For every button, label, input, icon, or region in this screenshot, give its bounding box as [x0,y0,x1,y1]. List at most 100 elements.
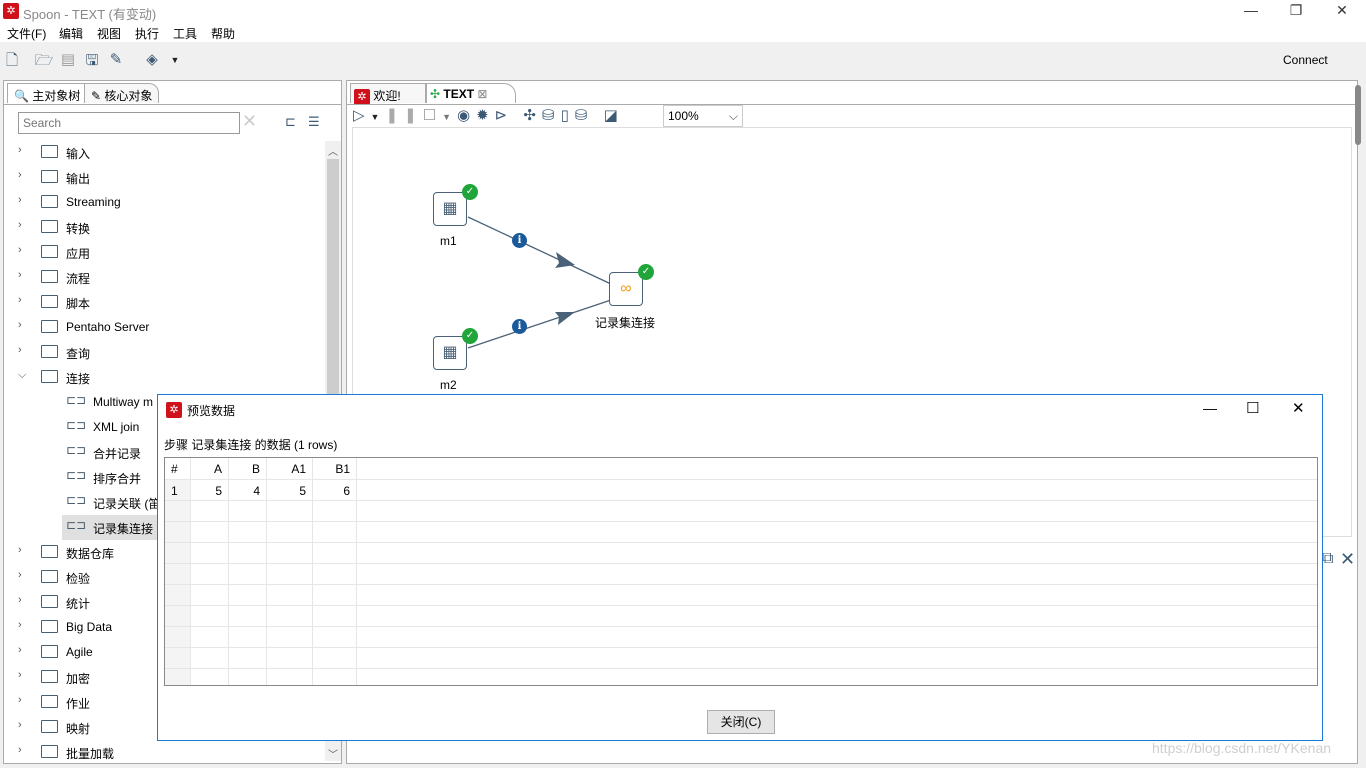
chevron-right-icon[interactable]: › [18,319,22,331]
chevron-right-icon[interactable]: › [18,294,22,306]
menu-edit[interactable]: 编辑 [59,25,83,42]
tree-folder[interactable]: › 流程 [4,265,324,290]
chevron-down-icon[interactable]: ⌵ [18,369,26,382]
column-header[interactable]: A [191,458,229,480]
chevron-right-icon[interactable]: › [18,219,22,231]
tab-welcome[interactable]: ✲ 欢迎! [350,83,426,105]
tree-folder[interactable]: › 转换 [4,215,324,240]
grid-icon[interactable]: ◪ [604,107,624,124]
chevron-right-icon[interactable]: › [18,244,22,256]
preview-icon[interactable]: ◉ [457,107,476,124]
hop-m2-join[interactable] [467,299,612,349]
minimize-button[interactable]: — [1203,400,1217,416]
verify-icon[interactable]: ✣ [523,107,542,124]
tree-label: 检验 [66,572,91,586]
explore-db-icon[interactable]: ⛁ [575,107,594,124]
open-icon[interactable]: 🗁 [34,50,54,75]
column-header[interactable]: B1 [313,458,357,480]
replay-icon[interactable]: ⊳ [495,107,514,124]
step-merge-join-icon[interactable]: ∞ [609,272,643,306]
close-icon[interactable]: ✕ [1340,549,1355,570]
chevron-right-icon[interactable]: › [18,194,22,206]
menu-file[interactable]: 文件(F) [7,25,46,42]
tree-folder[interactable]: › Streaming [4,190,324,215]
restore-button[interactable]: ❐ [1281,2,1311,19]
menu-view[interactable]: 视图 [97,25,121,42]
table-cell: 4 [229,480,267,501]
clear-search-icon[interactable]: ✕ [242,111,257,132]
expand-tree-icon[interactable]: ☰ [308,114,320,130]
empty-cell [191,522,229,543]
tree-folder[interactable]: › 脚本 [4,290,324,315]
preview-table[interactable]: # A B A1 B1 1 5 4 5 6 [164,457,1318,686]
stop-icon[interactable]: ☐ [423,107,442,124]
tab-core-objects[interactable]: ✎ 核心对象 [84,83,160,103]
chevron-right-icon[interactable]: › [18,144,22,156]
tab-main-tree[interactable]: 🔍 主对象树 [7,83,88,103]
step-icon: ⊏⊐ [66,468,87,482]
hop-m1-join[interactable] [467,216,612,285]
zoom-select[interactable]: 100% ⌵ [663,105,743,127]
scroll-up-icon[interactable]: ︿ [328,143,338,158]
vertical-scrollbar[interactable] [1355,85,1361,145]
maximize-icon[interactable]: ⧉ [1322,550,1333,568]
close-dialog-button[interactable]: ✕ [1292,399,1305,417]
new-file-icon[interactable]: 🗋 [2,50,22,75]
tab-text[interactable]: ✣ TEXT ⊠ [426,83,516,103]
chevron-right-icon[interactable]: › [18,744,22,756]
step-icon: ⊏⊐ [66,418,87,432]
chevron-right-icon[interactable]: › [18,719,22,731]
info-icon[interactable]: i [512,233,527,248]
connect-button[interactable]: Connect [1283,53,1328,67]
tree-folder[interactable]: › 应用 [4,240,324,265]
tree-folder[interactable]: › 输入 [4,140,324,165]
tree-folder[interactable]: › Pentaho Server [4,315,324,340]
chevron-right-icon[interactable]: › [18,594,22,606]
menu-help[interactable]: 帮助 [211,25,235,42]
info-icon[interactable]: i [512,319,527,334]
scroll-thumb[interactable] [327,159,339,409]
chevron-down-icon[interactable]: ▼ [165,55,185,65]
tree-folder[interactable]: › 输出 [4,165,324,190]
step-m1-icon[interactable]: ▦ [433,192,467,226]
collapse-tree-icon[interactable]: ⊏ [285,114,296,130]
chevron-right-icon[interactable]: › [18,644,22,656]
column-header[interactable]: A1 [267,458,313,480]
sql-icon[interactable]: ▯ [561,107,575,124]
chevron-right-icon[interactable]: › [18,269,22,281]
tree-folder[interactable]: › 查询 [4,340,324,365]
tree-folder[interactable]: › 批量加载 [4,740,324,760]
chevron-right-icon[interactable]: › [18,344,22,356]
chevron-right-icon[interactable]: › [18,694,22,706]
scroll-down-icon[interactable]: ﹀ [328,746,338,761]
chevron-right-icon[interactable]: › [18,569,22,581]
chevron-right-icon[interactable]: › [18,169,22,181]
menu-run[interactable]: 执行 [135,25,159,42]
close-window-button[interactable]: ✕ [1327,2,1357,19]
column-header[interactable]: B [229,458,267,480]
save-icon[interactable]: 🖫 [82,50,102,75]
chevron-right-icon[interactable]: › [18,619,22,631]
close-tab-icon[interactable]: ⊠ [477,87,487,101]
run-icon[interactable]: ▷ [353,107,371,124]
pause-icon[interactable]: ❚❚ [385,107,422,124]
close-button[interactable]: 关闭(C) [707,710,775,734]
search-input[interactable] [18,112,240,134]
minimize-button[interactable]: — [1236,2,1266,18]
menu-tools[interactable]: 工具 [173,25,197,42]
maximize-button[interactable]: ☐ [1246,399,1259,417]
impact-icon[interactable]: ⛁ [542,107,561,124]
chevron-right-icon[interactable]: › [18,544,22,556]
explore-icon[interactable]: ▤ [58,50,78,68]
empty-cell [357,501,1317,522]
step-m2-icon[interactable]: ▦ [433,336,467,370]
empty-cell [357,585,1317,606]
stop-options-icon[interactable]: ▼ [442,112,457,122]
run-options-icon[interactable]: ▼ [371,112,386,122]
debug-icon[interactable]: ✹ [476,107,495,124]
column-header[interactable]: # [165,458,191,480]
tree-folder[interactable]: ⌵ 连接 [4,365,324,390]
chevron-right-icon[interactable]: › [18,669,22,681]
save-as-icon[interactable]: ✎ [106,50,126,68]
layers-icon[interactable]: ◈ [142,50,162,68]
